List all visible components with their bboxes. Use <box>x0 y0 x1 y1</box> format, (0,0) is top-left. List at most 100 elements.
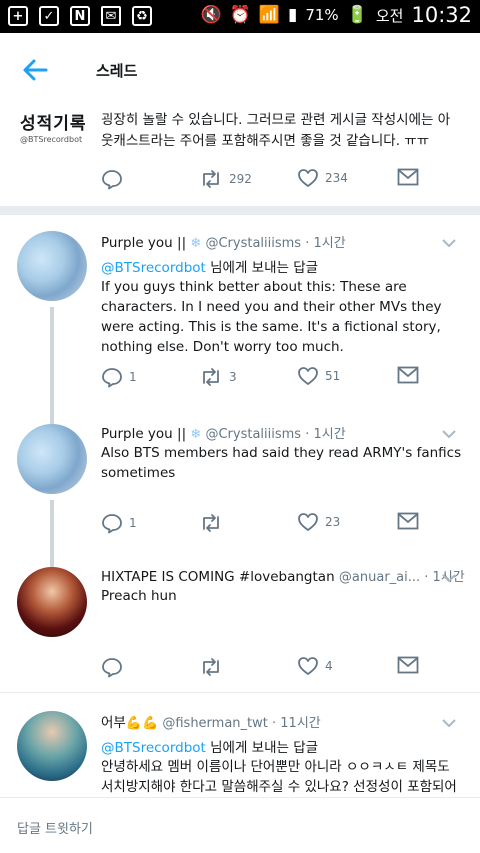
reply-button[interactable]: 1 <box>101 366 137 388</box>
avatar[interactable] <box>17 424 87 494</box>
display-name: Purple you || <box>101 235 191 251</box>
like-count: 234 <box>325 171 348 185</box>
like-button[interactable]: 4 <box>297 656 333 676</box>
dm-button[interactable] <box>397 512 419 530</box>
retweet-icon <box>203 658 219 676</box>
alarm-icon: ⏰ <box>229 5 251 25</box>
reply-context: @BTSrecordbot 님에게 보내는 답글 <box>101 256 318 276</box>
app-bar: 스레드 <box>0 33 480 105</box>
reply-placeholder[interactable]: 답글 트윗하기 <box>17 818 93 837</box>
reply-count: 1 <box>129 370 137 384</box>
reply-suffix: 님에게 보내는 답글 <box>205 260 319 276</box>
tweet-header: 어부💪💪 @fisherman_twt · 11시간 <box>101 711 321 731</box>
like-button[interactable]: 23 <box>297 512 340 532</box>
add-icon: + <box>8 6 28 26</box>
recycle-icon: ♻ <box>132 6 152 26</box>
retweet-icon <box>203 368 219 386</box>
display-name: 어부 <box>101 715 126 731</box>
tweet-header: Purple you || ❄ @Crystaliiisms · 1시간 <box>101 232 346 251</box>
snowflake-icon: ❄ <box>190 236 202 251</box>
avatar[interactable] <box>17 567 87 637</box>
avatar[interactable] <box>17 711 87 781</box>
heart-icon <box>298 657 318 675</box>
like-button[interactable]: 234 <box>297 168 348 188</box>
retweet-icon <box>203 170 219 188</box>
page-title: 스레드 <box>96 62 138 80</box>
handle: @Crystaliiisms <box>205 427 302 442</box>
reply-button[interactable]: 1 <box>101 512 137 534</box>
tweet-top[interactable]: 성적기록 @BTSrecordbot 굉장히 놀랄 수 있습니다. 그러므로 관… <box>0 105 480 206</box>
display-name: HIXTAPE IS COMING #lovebangtan <box>101 569 339 585</box>
check-icon: ✓ <box>39 6 59 26</box>
account-logo[interactable]: 성적기록 @BTSrecordbot <box>20 109 90 144</box>
tweet-actions: 4 <box>101 656 431 680</box>
handle: @anuar_ai... <box>338 570 421 585</box>
heart-icon <box>298 367 318 385</box>
tweet-text: 안녕하세요 멤버 이름이나 단어뿐만 아니라 ㅇㅇㅋㅅㅌ 제목도 서치방지해야 … <box>101 759 457 795</box>
logo-title: 성적기록 <box>20 114 87 134</box>
back-arrow-icon[interactable] <box>20 55 50 85</box>
tweet-actions: 292 234 <box>101 168 431 192</box>
battery-icon: 🔋 <box>346 5 368 25</box>
tweet-text: Also BTS members had said they read ARMY… <box>101 445 462 481</box>
reply-icon <box>102 170 122 190</box>
ampm: 오전 <box>375 6 404 25</box>
reply-context: @BTSrecordbot 님에게 보내는 답글 <box>101 736 318 756</box>
snowflake-icon: ❄ <box>190 427 202 442</box>
flexed-arm-icon: 💪💪 <box>125 716 159 731</box>
dm-button[interactable] <box>397 366 419 384</box>
tweet-text: 굉장히 놀랄 수 있습니다. 그러므로 관련 게시글 작성시에는 아웃캐스트라는… <box>101 112 451 149</box>
dm-button[interactable] <box>397 656 419 674</box>
envelope-icon <box>397 366 419 384</box>
tweet-text: If you guys think better about this: The… <box>101 279 442 355</box>
avatar[interactable] <box>17 231 87 301</box>
tweet-text: Preach hun <box>101 588 177 604</box>
mention-link[interactable]: @BTSrecordbot <box>101 740 206 756</box>
reply-count: 1 <box>129 516 137 530</box>
thread-line <box>50 553 54 567</box>
wifi-icon: 📶 <box>258 5 280 25</box>
dm-button[interactable] <box>397 168 419 186</box>
like-count: 23 <box>325 515 341 529</box>
tweet[interactable]: Purple you || ❄ @Crystaliiisms · 1시간 @BT… <box>0 215 480 408</box>
mail-icon: ✉ <box>101 6 121 26</box>
mention-link[interactable]: @BTSrecordbot <box>101 260 206 276</box>
tweet-header: HIXTAPE IS COMING #lovebangtan @anuar_ai… <box>101 566 465 585</box>
reply-icon <box>102 368 122 388</box>
timestamp: · 1시간 <box>305 427 346 442</box>
tweet[interactable]: HIXTAPE IS COMING #lovebangtan @anuar_ai… <box>0 553 480 691</box>
chevron-down-icon[interactable] <box>442 238 456 248</box>
handle: @fisherman_twt <box>162 716 268 731</box>
retweet-button[interactable]: 292 <box>199 168 252 190</box>
n-icon: N <box>70 6 90 26</box>
tweet-header: Purple you || ❄ @Crystaliiisms · 1시간 <box>101 423 346 442</box>
retweet-button[interactable]: 3 <box>199 366 237 388</box>
reply-icon <box>102 658 122 678</box>
like-count: 51 <box>325 369 341 383</box>
chevron-down-icon[interactable] <box>442 429 456 439</box>
like-button[interactable]: 51 <box>297 366 340 386</box>
tweet[interactable]: Purple you || ❄ @Crystaliiisms · 1시간 Als… <box>0 408 480 553</box>
mute-icon: 🔇 <box>200 5 222 25</box>
reply-icon <box>102 514 122 534</box>
clock: 10:32 <box>411 3 472 27</box>
handle: @Crystaliiisms <box>205 236 302 251</box>
envelope-icon <box>397 168 419 186</box>
heart-icon <box>298 513 318 531</box>
chevron-down-icon[interactable] <box>442 573 456 583</box>
retweet-count: 3 <box>229 370 237 384</box>
battery-percent: 71% <box>305 6 339 24</box>
retweet-button[interactable] <box>199 512 229 534</box>
retweet-button[interactable] <box>199 656 223 678</box>
reply-compose-bar[interactable]: 답글 트윗하기 <box>0 797 480 853</box>
reply-button[interactable] <box>101 656 123 678</box>
retweet-count: 292 <box>229 172 252 186</box>
envelope-icon <box>397 656 419 674</box>
heart-icon <box>298 169 318 187</box>
reply-button[interactable] <box>101 168 123 190</box>
tweet-actions: 1 3 51 <box>101 366 431 390</box>
retweet-icon <box>203 514 219 532</box>
tweet[interactable]: 어부💪💪 @fisherman_twt · 11시간 @BTSrecordbot… <box>0 693 480 797</box>
like-count: 4 <box>325 659 333 673</box>
chevron-down-icon[interactable] <box>442 718 456 728</box>
